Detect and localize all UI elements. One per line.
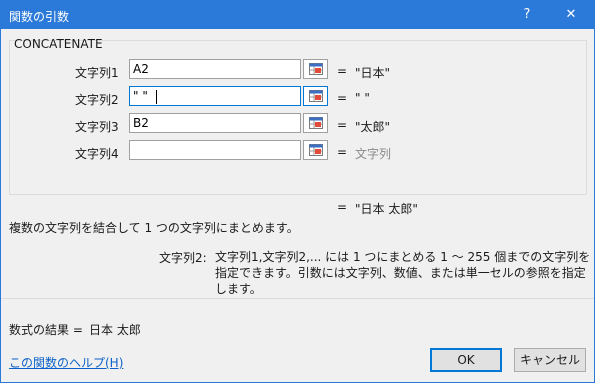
- function-name: CONCATENATE: [14, 37, 103, 51]
- range-select-button-2[interactable]: [303, 86, 328, 106]
- range-select-button-4[interactable]: [303, 140, 328, 160]
- arg-label-4: 文字列4: [75, 147, 119, 161]
- range-select-icon: [309, 90, 323, 102]
- arg-result-4: 文字列: [355, 147, 392, 161]
- arg-eq-1: =: [337, 64, 348, 78]
- arg-result-1: "日本": [355, 66, 391, 80]
- result-value: "日本 太郎": [355, 202, 418, 216]
- range-select-icon: [309, 117, 323, 129]
- arg-eq-2: =: [337, 91, 348, 105]
- arg-description-name: 文字列2:: [159, 251, 207, 265]
- ok-button[interactable]: OK: [430, 348, 502, 372]
- result-eq: =: [337, 200, 348, 214]
- arg-description-text: 文字列1,文字列2,... には 1 つにまとめる 1 ～ 255 個までの文字…: [215, 250, 591, 296]
- range-select-button-3[interactable]: [303, 113, 328, 133]
- cancel-button[interactable]: キャンセル: [514, 348, 586, 372]
- range-select-icon: [309, 63, 323, 75]
- function-description: 複数の文字列を結合して 1 つの文字列にまとめます。: [9, 221, 299, 235]
- arg-result-2: " ": [355, 91, 370, 105]
- arg-input-4[interactable]: [129, 140, 301, 160]
- close-icon[interactable]: ✕: [548, 1, 594, 29]
- title-bar[interactable]: 関数の引数 ? ✕: [1, 1, 594, 29]
- formula-result-label: 数式の結果 =: [9, 323, 83, 337]
- arg-input-1[interactable]: [129, 59, 301, 79]
- function-help-link[interactable]: この関数のヘルプ(H): [9, 354, 123, 371]
- arg-label-3: 文字列3: [75, 120, 119, 134]
- arg-input-3[interactable]: [129, 113, 301, 133]
- text-caret: [156, 90, 157, 104]
- help-icon[interactable]: ?: [504, 1, 550, 29]
- arg-label-1: 文字列1: [75, 66, 119, 80]
- range-select-icon: [309, 144, 323, 156]
- formula-result-value: 日本 太郎: [89, 323, 141, 337]
- window-title: 関数の引数: [9, 10, 70, 24]
- function-arguments-dialog: 関数の引数 ? ✕ CONCATENATE 文字列1 = "日本" 文字列2 =…: [0, 0, 595, 383]
- arg-result-3: "太郎": [355, 120, 391, 134]
- range-select-button-1[interactable]: [303, 59, 328, 79]
- arg-input-2[interactable]: [129, 86, 301, 106]
- arg-label-2: 文字列2: [75, 93, 119, 107]
- arg-eq-3: =: [337, 118, 348, 132]
- arg-eq-4: =: [337, 145, 348, 159]
- divider: [1, 298, 594, 299]
